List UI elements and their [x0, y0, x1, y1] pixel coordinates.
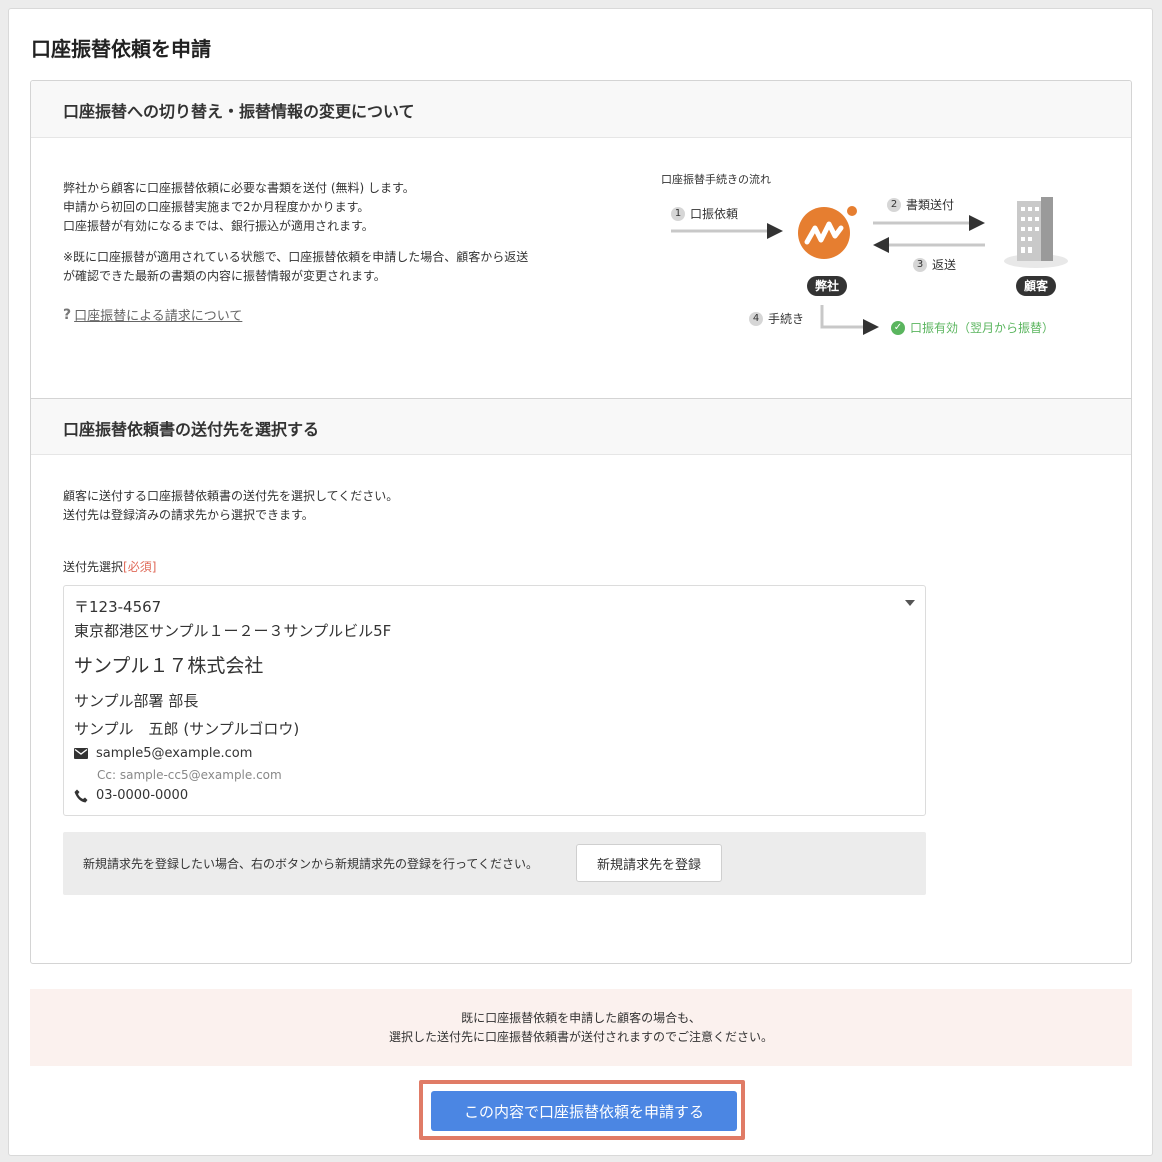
check-circle-icon: ✓	[891, 320, 905, 335]
about-line: 申請から初回の口座振替実施まで2か月程度かかります。	[63, 200, 370, 214]
step-label: 口振依頼	[690, 207, 739, 221]
flow-step-4: 4 手続き	[749, 310, 804, 327]
address: 東京都港区サンプル１ー２ー３サンプルビル5F	[74, 622, 392, 640]
section-header-about: 口座振替への切り替え・振替情報の変更について	[31, 81, 1131, 138]
warning-notice: 既に口座振替依頼を申請した顧客の場合も、 選択した送付先に口座振替依頼書が送付さ…	[30, 989, 1132, 1066]
destination-line: 顧客に送付する口座振替依頼書の送付先を選択してください。	[63, 489, 399, 503]
company-name: サンプル１７株式会社	[74, 655, 264, 677]
postal-code: 〒123-4567	[74, 598, 162, 616]
step-label: 手続き	[768, 312, 805, 326]
chevron-down-icon[interactable]	[905, 600, 915, 606]
destination-select[interactable]: 〒123-4567 東京都港区サンプル１ー２ー３サンプルビル5F サンプル１７株…	[63, 585, 926, 816]
department: サンプル部署 部長	[74, 692, 199, 710]
phone-icon	[74, 789, 88, 802]
cc-email: Cc: sample-cc5@example.com	[97, 768, 282, 782]
about-note: ※既に口座振替が適用されている状態で、口座振替依頼を申請した場合、顧客から返送 …	[63, 248, 528, 286]
destination-line: 送付先は登録済みの請求先から選択できます。	[63, 508, 314, 522]
flow-step-3: 3 返送	[913, 256, 956, 273]
destination-field-label: 送付先選択[必須]	[63, 558, 156, 575]
about-line: 弊社から顧客に口座振替依頼に必要な書類を送付 (無料) します。	[63, 181, 415, 195]
flow-diagram: 口座振替手続きの流れ 1 口振依頼 弊社 2 書類送付 3 返送 顧客 4 手続…	[651, 171, 1091, 371]
email: sample5@example.com	[96, 746, 253, 761]
required-mark: [必須]	[123, 560, 157, 574]
about-description: 弊社から顧客に口座振替依頼に必要な書類を送付 (無料) します。 申請から初回の…	[63, 179, 415, 236]
exchange-arrows-icon	[873, 215, 985, 253]
register-bar: 新規請求先を登録したい場合、右のボタンから新規請求先の登録を行ってください。 新…	[63, 832, 926, 895]
page-container: 口座振替依頼を申請 口座振替への切り替え・振替情報の変更について 弊社から顧客に…	[8, 8, 1153, 1156]
submit-button[interactable]: この内容で口座振替依頼を申請する	[431, 1091, 737, 1131]
flow-title: 口座振替手続きの流れ	[661, 173, 771, 186]
main-panel: 口座振替への切り替え・振替情報の変更について 弊社から顧客に口座振替依頼に必要な…	[30, 80, 1132, 964]
destination-description: 顧客に送付する口座振替依頼書の送付先を選択してください。 送付先は登録済みの請求…	[63, 487, 398, 525]
building-icon	[1004, 197, 1068, 268]
note-line: ※既に口座振替が適用されている状態で、口座振替依頼を申請した場合、顧客から返送	[63, 250, 529, 264]
field-label-text: 送付先選択	[63, 560, 124, 574]
company-tag: 弊社	[807, 276, 848, 296]
step-number: 4	[749, 311, 763, 326]
flow-step-1: 1 口振依頼	[671, 205, 738, 222]
step-number: 2	[887, 197, 901, 212]
section-heading-about: 口座振替への切り替え・振替情報の変更について	[63, 102, 415, 121]
section-header-destination: 口座振替依頼書の送付先を選択する	[31, 398, 1131, 455]
envelope-icon	[74, 748, 88, 759]
flow-step-2: 2 書類送付	[887, 196, 954, 213]
arrow-right-icon	[671, 223, 783, 239]
notice-line: 既に口座振替依頼を申請した顧客の場合も、	[461, 1011, 701, 1025]
status-active: ✓ 口振有効（翌月から振替）	[891, 319, 1054, 336]
help-link-row: ? 口座振替による請求について	[63, 305, 242, 325]
question-icon: ?	[63, 306, 72, 323]
note-line: が確認できた最新の書類の内容に振替情報が変更されます。	[63, 269, 386, 283]
phone: 03-0000-0000	[96, 788, 189, 803]
arrow-down-right-icon	[820, 305, 879, 335]
submit-highlight: この内容で口座振替依頼を申請する	[419, 1080, 745, 1140]
step-label: 書類送付	[906, 198, 955, 212]
contact-person: サンプル 五郎 (サンプルゴロウ)	[74, 720, 300, 738]
step-number: 1	[671, 206, 685, 221]
help-link[interactable]: 口座振替による請求について	[74, 305, 242, 324]
register-new-billing-button[interactable]: 新規請求先を登録	[576, 844, 722, 882]
status-label: 口振有効（翌月から振替）	[910, 321, 1055, 335]
page-title: 口座振替依頼を申請	[31, 37, 211, 61]
section-heading-destination: 口座振替依頼書の送付先を選択する	[63, 420, 320, 439]
phone-row: 03-0000-0000	[74, 788, 188, 803]
notice-line: 選択した送付先に口座振替依頼書が送付されますのでご注意ください。	[388, 1030, 773, 1044]
about-line: 口座振替が有効になるまでは、銀行振込が適用されます。	[63, 219, 374, 233]
company-logo-icon	[798, 206, 857, 259]
email-row: sample5@example.com	[74, 746, 252, 761]
customer-tag: 顧客	[1016, 276, 1057, 296]
step-label: 返送	[932, 258, 957, 272]
register-message: 新規請求先を登録したい場合、右のボタンから新規請求先の登録を行ってください。	[83, 857, 539, 871]
step-number: 3	[913, 257, 927, 272]
